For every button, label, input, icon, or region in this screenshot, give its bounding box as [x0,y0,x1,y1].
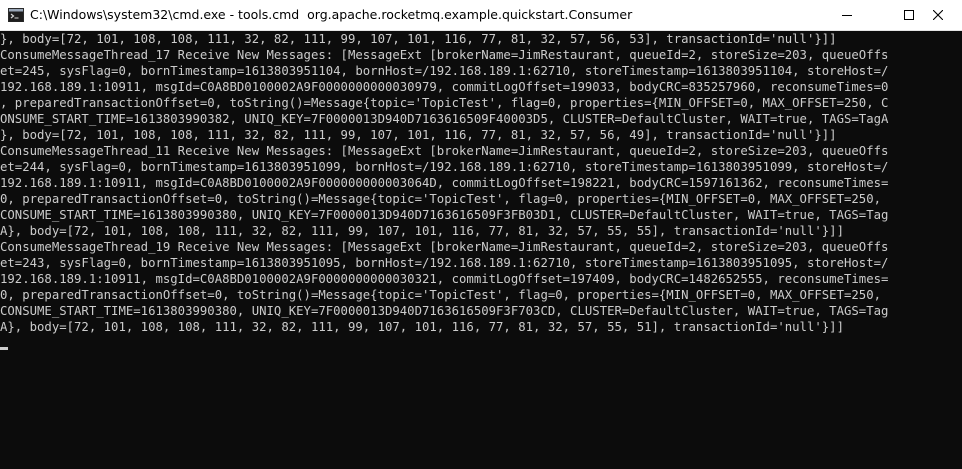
console-line: CONSUME_START_TIME=1613803990380, UNIQ_K… [0,304,889,318]
console-lines: }, body=[72, 101, 108, 108, 111, 32, 82,… [0,31,962,335]
console-line: et=244, sysFlag=0, bornTimestamp=1613803… [0,160,889,174]
console-line: ConsumeMessageThread_11 Receive New Mess… [0,144,889,158]
console-line: 192.168.189.1:10911, msgId=C0A8BD0100002… [0,176,889,190]
console-line: ConsumeMessageThread_19 Receive New Mess… [0,240,889,254]
console-line: 0, preparedTransactionOffset=0, toString… [0,288,881,302]
close-button[interactable] [915,0,961,30]
console-output[interactable]: }, body=[72, 101, 108, 108, 111, 32, 82,… [0,31,962,469]
console-line: A}, body=[72, 101, 108, 108, 111, 32, 82… [0,320,844,334]
console-window: C:\Windows\system32\cmd.exe - tools.cmd … [0,0,962,469]
console-line: et=243, sysFlag=0, bornTimestamp=1613803… [0,256,889,270]
cmd-icon[interactable] [8,8,24,22]
console-line: 192.168.189.1:10911, msgId=C0A8BD0100002… [0,80,889,94]
title-bar[interactable]: C:\Windows\system32\cmd.exe - tools.cmd … [0,0,962,31]
minimize-button[interactable] [824,0,870,30]
console-line: }, body=[72, 101, 108, 108, 111, 32, 82,… [0,32,837,46]
console-line: ONSUME_START_TIME=1613803990382, UNIQ_KE… [0,112,889,126]
console-line: A}, body=[72, 101, 108, 108, 111, 32, 82… [0,224,844,238]
text-cursor [0,347,8,350]
console-line: et=245, sysFlag=0, bornTimestamp=1613803… [0,64,889,78]
console-line: CONSUME_START_TIME=1613803990380, UNIQ_K… [0,208,889,222]
console-line: , preparedTransactionOffset=0, toString(… [0,96,889,110]
window-title: C:\Windows\system32\cmd.exe - tools.cmd … [30,7,633,22]
minimize-icon [842,15,852,16]
console-line: }, body=[72, 101, 108, 108, 111, 32, 82,… [0,128,837,142]
console-line: 192.168.189.1:10911, msgId=C0A8BD0100002… [0,272,889,286]
console-line: 0, preparedTransactionOffset=0, toString… [0,192,881,206]
maximize-icon [904,10,914,20]
console-line: ConsumeMessageThread_17 Receive New Mess… [0,48,889,62]
close-icon [933,10,943,20]
